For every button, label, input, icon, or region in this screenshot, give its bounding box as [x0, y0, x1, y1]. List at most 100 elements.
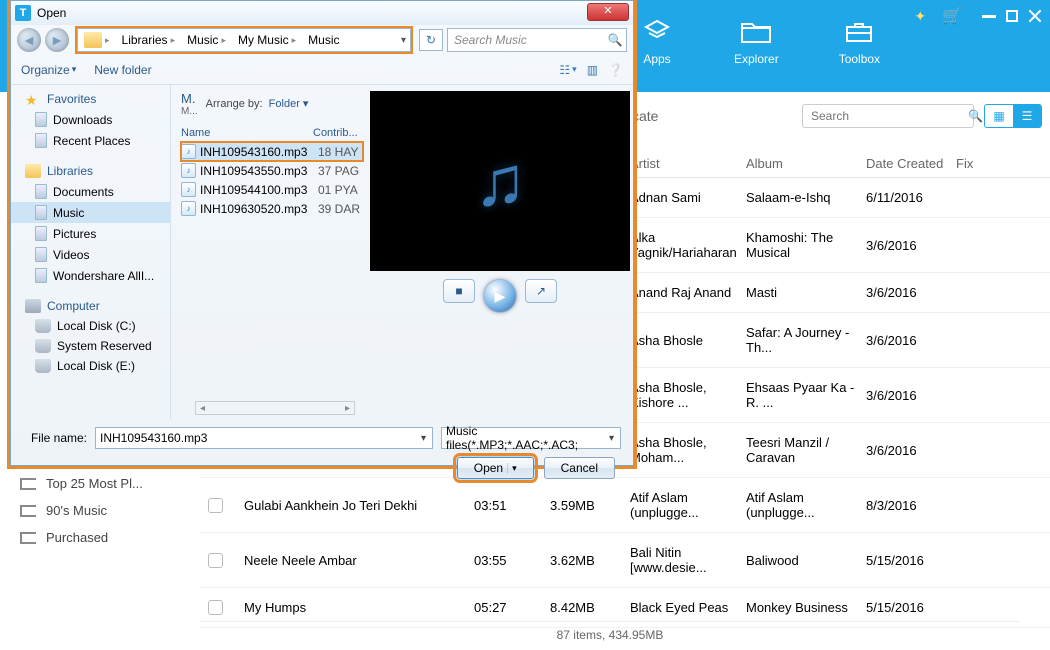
- file-row[interactable]: ♪INH109543550.mp337 PAG: [181, 161, 363, 180]
- cell-date: 5/15/2016: [866, 600, 956, 615]
- row-checkbox[interactable]: [208, 553, 223, 568]
- row-checkbox[interactable]: [208, 600, 223, 615]
- table-row[interactable]: Neele Neele Ambar03:553.62MBBali Nitin […: [200, 533, 1050, 588]
- col-album[interactable]: Album: [746, 156, 866, 171]
- tree-node[interactable]: Recent Places: [11, 130, 170, 151]
- tree-node[interactable]: Documents: [11, 181, 170, 202]
- crumb-1[interactable]: Music▸: [181, 29, 232, 51]
- crumb-3[interactable]: Music: [302, 29, 345, 51]
- dialog-search[interactable]: Search Music 🔍: [447, 28, 627, 52]
- sidebar-item[interactable]: 90's Music: [20, 497, 143, 524]
- preview-pane-button[interactable]: ▥: [587, 63, 598, 77]
- tab-apps-label: Apps: [643, 52, 670, 66]
- tree-computer[interactable]: Computer: [11, 296, 170, 316]
- col-artist[interactable]: Artist: [630, 156, 746, 171]
- tab-explorer[interactable]: Explorer: [734, 18, 779, 66]
- cart-icon[interactable]: 🛒: [942, 6, 962, 26]
- cell-album: Atif Aslam (unplugge...: [746, 490, 866, 520]
- minimize-button[interactable]: [982, 15, 996, 18]
- view-list-button[interactable]: ☰: [1013, 105, 1041, 127]
- crumb-2[interactable]: My Music▸: [232, 29, 302, 51]
- view-options-button[interactable]: ☷ ▾: [559, 63, 576, 77]
- nav-row: ◄ ► ▸ Libraries▸ Music▸ My Music▸ Music …: [11, 25, 633, 55]
- forward-button[interactable]: ►: [45, 28, 69, 52]
- organize-button[interactable]: Organize ▾: [21, 63, 76, 77]
- tree-node[interactable]: Videos: [11, 244, 170, 265]
- tree-node[interactable]: System Reserved: [11, 336, 170, 356]
- cell-artist: Anand Raj Anand: [630, 285, 746, 300]
- window-controls: ✦ 🛒: [914, 6, 1042, 26]
- file-columns: Name Contrib...: [181, 125, 363, 142]
- horizontal-scrollbar[interactable]: ◂▸: [195, 401, 355, 415]
- new-folder-button[interactable]: New folder: [94, 63, 151, 77]
- file-row[interactable]: ♪INH109544100.mp301 PYA: [181, 180, 363, 199]
- app-search[interactable]: 🔍: [802, 104, 974, 128]
- stop-button[interactable]: ■: [443, 279, 475, 303]
- back-button[interactable]: ◄: [17, 28, 41, 52]
- file-contrib: 37 PAG: [318, 164, 363, 178]
- arrange-by-link[interactable]: Folder ▾: [269, 98, 309, 110]
- cell-album: Salaam-e-Ishq: [746, 190, 866, 205]
- cell-date: 6/11/2016: [866, 190, 956, 205]
- tree-node[interactable]: Local Disk (E:): [11, 356, 170, 376]
- tree-node[interactable]: Downloads: [11, 109, 170, 130]
- cell-time: 03:55: [474, 553, 550, 568]
- tree-favorites[interactable]: ★Favorites: [11, 89, 170, 109]
- breadcrumb-bar[interactable]: ▸ Libraries▸ Music▸ My Music▸ Music ▾: [77, 28, 411, 52]
- key-icon[interactable]: ✦: [914, 8, 926, 25]
- folder-icon: [35, 247, 47, 262]
- file-contrib: 01 PYA: [318, 183, 363, 197]
- tree-node[interactable]: Local Disk (C:): [11, 316, 170, 336]
- crumb-dropdown[interactable]: ▾: [397, 35, 410, 46]
- music-note-icon: ♫: [474, 141, 527, 221]
- audio-file-icon: ♪: [181, 201, 196, 216]
- cell-date: 5/15/2016: [866, 553, 956, 568]
- folder-icon: [35, 133, 47, 148]
- fullscreen-button[interactable]: ↗: [525, 279, 557, 303]
- cancel-button[interactable]: Cancel: [544, 457, 615, 479]
- col-fix[interactable]: Fix: [956, 156, 1016, 171]
- help-button[interactable]: ❔: [608, 63, 623, 77]
- tree-libraries[interactable]: Libraries: [11, 161, 170, 181]
- file-contrib: 39 DAR: [318, 202, 363, 216]
- tree-node[interactable]: Wondershare AllI...: [11, 265, 170, 286]
- search-input[interactable]: [809, 108, 968, 124]
- file-name: INH109543160.mp3: [200, 145, 314, 159]
- cell-name: Neele Neele Ambar: [244, 553, 474, 568]
- tab-toolbox[interactable]: Toolbox: [839, 18, 880, 66]
- libraries-icon[interactable]: ▸: [78, 29, 116, 51]
- crumb-0[interactable]: Libraries▸: [116, 29, 182, 51]
- cell-artist: Asha Bhosle, Moham...: [630, 435, 746, 465]
- view-toggle: ▦ ☰: [984, 104, 1042, 128]
- col-contrib[interactable]: Contrib...: [313, 127, 363, 139]
- cell-date: 3/6/2016: [866, 443, 956, 458]
- toolbar-action-label[interactable]: cate: [632, 108, 658, 124]
- refresh-button[interactable]: ↻: [419, 29, 443, 51]
- play-button[interactable]: ▶: [483, 279, 517, 313]
- search-icon[interactable]: 🔍: [604, 29, 626, 51]
- sidebar-item[interactable]: Purchased: [20, 524, 143, 551]
- open-button[interactable]: Open▾: [457, 457, 534, 479]
- tree-node[interactable]: Pictures: [11, 223, 170, 244]
- tab-apps[interactable]: Apps: [640, 18, 674, 66]
- tree-node[interactable]: Music: [11, 202, 170, 223]
- file-row[interactable]: ♪INH109543160.mp318 HAY: [181, 142, 363, 161]
- maximize-button[interactable]: [1006, 10, 1018, 22]
- col-name[interactable]: Name: [181, 127, 313, 139]
- chevron-down-icon[interactable]: ▾: [419, 433, 428, 444]
- view-grid-button[interactable]: ▦: [985, 105, 1013, 127]
- filename-field[interactable]: INH109543160.mp3▾: [95, 427, 433, 449]
- file-row[interactable]: ♪INH109630520.mp339 DAR: [181, 199, 363, 218]
- audio-file-icon: ♪: [181, 163, 196, 178]
- close-button[interactable]: [1028, 9, 1042, 23]
- dialog-close-button[interactable]: ✕: [587, 3, 629, 21]
- folder-icon: [35, 319, 51, 333]
- folder-icon: [35, 359, 51, 373]
- folder-icon: [35, 226, 47, 241]
- filetype-filter[interactable]: Music files(*.MP3;*.AAC;*.AC3;▾: [441, 427, 621, 449]
- row-checkbox[interactable]: [208, 498, 223, 513]
- file-contrib: 18 HAY: [318, 145, 363, 159]
- open-dialog: T Open ✕ ◄ ► ▸ Libraries▸ Music▸ My Musi…: [10, 0, 634, 466]
- chevron-down-icon[interactable]: ▾: [607, 433, 616, 444]
- col-date[interactable]: Date Created: [866, 156, 956, 171]
